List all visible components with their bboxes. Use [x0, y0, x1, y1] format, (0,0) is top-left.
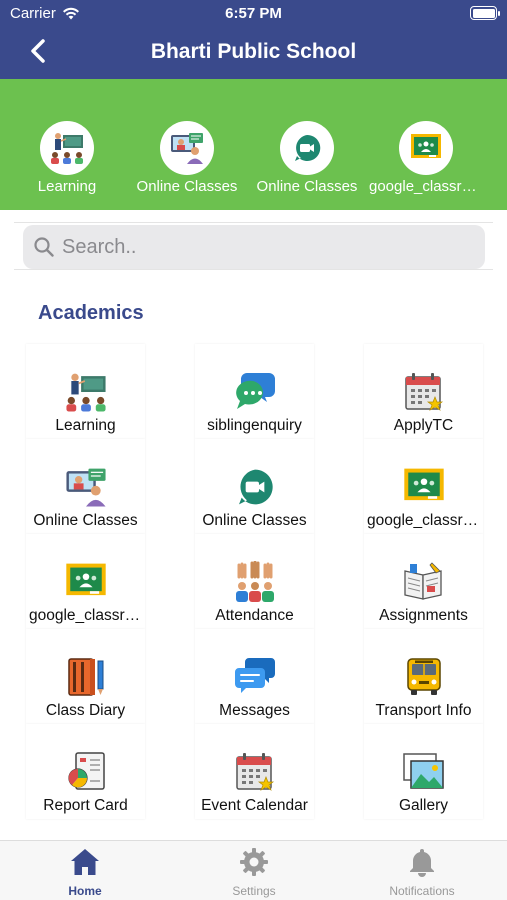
messages-icon [234, 658, 275, 693]
gear-icon [240, 848, 268, 876]
tab-settings[interactable]: Settings [194, 847, 314, 898]
grid-item-learning[interactable]: Learning [26, 344, 145, 439]
grid-item-label: Gallery [398, 797, 449, 814]
grid-item-google-classroom-2[interactable]: google_classroom [26, 534, 145, 629]
grid-item-report-card[interactable]: Report Card [26, 724, 145, 819]
online-classes-icon [171, 133, 203, 164]
grid-item-google-classroom[interactable]: google_classroom [364, 439, 483, 534]
section-title: Academics [38, 302, 144, 324]
quick-link-label: Online Classes [136, 178, 238, 195]
search-input[interactable] [62, 235, 442, 259]
grid-item-class-diary[interactable]: Class Diary [26, 629, 145, 724]
home-icon [71, 849, 99, 875]
learning-icon [51, 133, 83, 164]
grid-item-label: google_classroom [367, 512, 483, 529]
quick-link-label: Online Classes [256, 178, 358, 195]
quick-link-learning[interactable]: Learning [8, 121, 126, 195]
status-time: 6:57 PM [225, 5, 282, 22]
quick-link-google-classroom[interactable]: google_classroom [367, 121, 485, 195]
google-classroom-icon [65, 563, 106, 596]
quick-link-online-classes[interactable]: Online Classes [128, 121, 246, 195]
google-classroom-icon [403, 468, 444, 501]
google-meet-icon [238, 469, 273, 505]
chat-bubbles-icon [235, 373, 275, 409]
app-header: Carrier 6:57 PM Bharti Public School [0, 0, 507, 79]
bottom-tab-bar: Home Settings Notifications [0, 840, 507, 900]
quick-link-label: Learning [37, 178, 97, 195]
tab-label: Notifications [389, 884, 455, 898]
school-bus-icon [406, 658, 441, 695]
bell-icon [410, 849, 434, 877]
grid-item-transport-info[interactable]: Transport Info [364, 629, 483, 724]
grid-item-label: Online Classes [202, 512, 307, 529]
grid-item-label: siblingenquiry [207, 417, 302, 434]
status-bar: Carrier 6:57 PM [0, 0, 507, 28]
google-meet-icon [295, 134, 321, 161]
search-bar[interactable] [23, 225, 485, 269]
grid-item-label: Class Diary [45, 702, 126, 719]
page-title: Bharti Public School [150, 40, 357, 63]
grid-item-assignments[interactable]: Assignments [364, 534, 483, 629]
raised-hands-icon [235, 561, 274, 602]
grid-item-label: google_classroom [29, 607, 145, 624]
tab-notifications[interactable]: Notifications [362, 847, 482, 898]
grid-item-label: Assignments [379, 607, 468, 624]
grid-item-label: Report Card [43, 797, 128, 814]
gallery-icon [402, 753, 444, 789]
quick-link-online-classes-meet[interactable]: Online Classes [248, 121, 366, 195]
search-icon [34, 237, 54, 257]
google-classroom-icon [411, 134, 441, 158]
tab-label: Home [68, 884, 102, 898]
grid-item-event-calendar[interactable]: Event Calendar [195, 724, 314, 819]
grid-item-label: ApplyTC [393, 417, 454, 434]
battery-icon [470, 6, 500, 20]
report-card-icon [67, 752, 105, 790]
grid-item-online-classes[interactable]: Online Classes [26, 439, 145, 534]
event-calendar-icon [235, 753, 274, 791]
tab-home[interactable]: Home [25, 847, 145, 898]
grid-item-label: Attendance [215, 607, 294, 624]
calendar-star-icon [404, 373, 443, 411]
grid-item-applytc[interactable]: ApplyTC [364, 344, 483, 439]
online-classes-icon [65, 468, 106, 507]
tab-label: Settings [232, 884, 276, 898]
grid-item-label: Messages [219, 702, 290, 719]
learning-icon [65, 373, 106, 412]
quick-links-bar: Learning Online Classes Online Classes g… [0, 79, 507, 210]
grid-item-attendance[interactable]: Attendance [195, 534, 314, 629]
grid-item-label: Event Calendar [201, 797, 308, 814]
quick-link-label: google_classroom [369, 178, 485, 195]
assignment-book-icon [403, 562, 442, 600]
grid-item-online-classes-meet[interactable]: Online Classes [195, 439, 314, 534]
grid-item-label: Learning [55, 417, 116, 434]
grid-item-label: Online Classes [33, 512, 138, 529]
grid-item-gallery[interactable]: Gallery [364, 724, 483, 819]
grid-item-messages[interactable]: Messages [195, 629, 314, 724]
diary-icon [67, 658, 103, 696]
grid-item-label: Transport Info [375, 702, 472, 719]
grid-item-siblingenquiry[interactable]: siblingenquiry [195, 344, 314, 439]
search-area [14, 222, 493, 270]
